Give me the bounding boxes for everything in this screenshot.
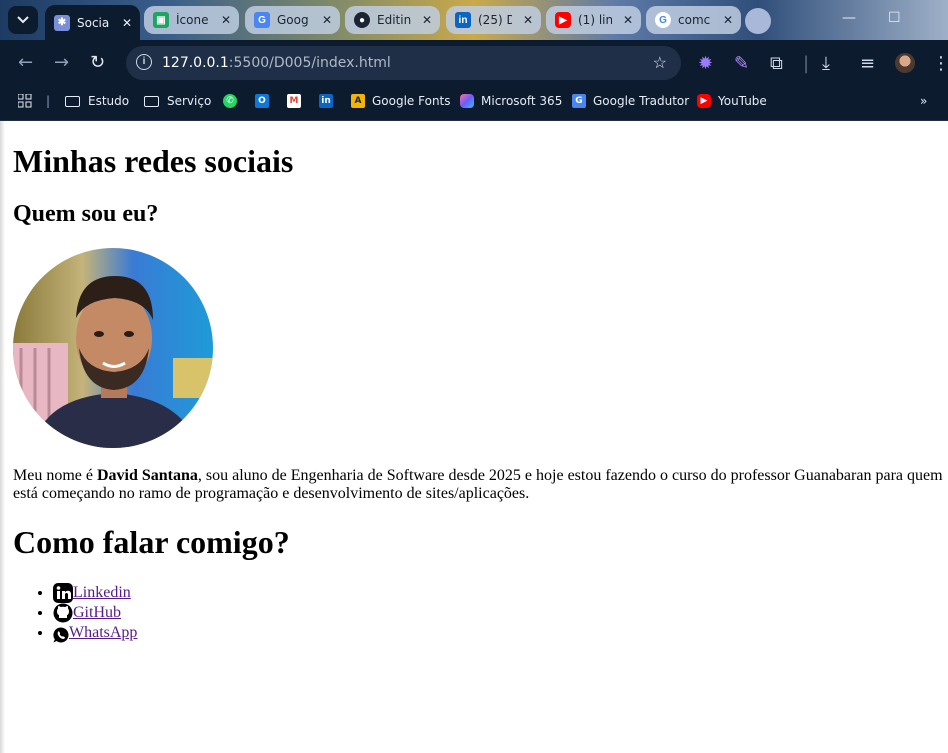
bookmark-folder-servico[interactable]: Serviço — [144, 94, 211, 108]
tab-google-search[interactable]: G comc ✕ — [646, 6, 741, 34]
reload-icon[interactable]: ↻ — [90, 52, 105, 73]
folder-icon — [144, 95, 159, 107]
bookmark-google-fonts[interactable]: A Google Fonts — [351, 94, 451, 108]
close-tab-icon[interactable]: ✕ — [523, 13, 533, 27]
whatsapp-link[interactable]: WhatsApp — [69, 624, 137, 641]
address-url: 127.0.0.1:5500/D005/index.html — [162, 55, 391, 71]
chevron-down-icon — [17, 16, 29, 24]
google-icon: G — [655, 12, 671, 28]
close-tab-icon[interactable]: ✕ — [322, 13, 332, 27]
address-bar[interactable]: i 127.0.0.1:5500/D005/index.html ☆ — [126, 46, 681, 80]
linkedin-link[interactable]: Linkedin — [73, 584, 131, 601]
bookmark-linkedin[interactable]: in — [319, 94, 340, 108]
whatsapp-icon: ✆ — [223, 94, 237, 108]
tab-socials[interactable]: ✱ Socia ✕ — [45, 5, 140, 40]
list-item: Linkedin — [53, 583, 137, 603]
bookmark-youtube[interactable]: ▶ YouTube — [697, 94, 767, 108]
tab-strip: ✱ Socia ✕ ▣ Ícone ✕ G Goog ✕ ● Editin ✕ … — [0, 0, 948, 40]
site-info-icon[interactable]: i — [136, 54, 152, 70]
gmail-icon: M — [287, 94, 301, 108]
bookmark-gmail[interactable]: M — [287, 94, 308, 108]
bio-paragraph: Meu nome é David Santana, sou aluno de E… — [13, 467, 943, 502]
puzzle-icon: ✱ — [54, 14, 70, 31]
tab-search-button[interactable] — [8, 6, 38, 34]
bookmarks-divider: | — [46, 94, 51, 108]
profile-photo — [13, 248, 213, 448]
tab-github-editing[interactable]: ● Editin ✕ — [345, 6, 440, 34]
microsoft-365-icon — [460, 94, 474, 108]
page-content: Minhas redes sociais Quem sou eu? Meu no… — [5, 121, 948, 753]
new-tab-button[interactable] — [745, 8, 771, 34]
menu-dots-icon[interactable]: ⋮ — [932, 53, 948, 74]
media-queue-icon[interactable]: ≡ — [860, 53, 875, 74]
tab-icones[interactable]: ▣ Ícone ✕ — [144, 6, 239, 34]
google-translate-icon: G — [572, 94, 586, 108]
close-tab-icon[interactable]: ✕ — [221, 13, 231, 27]
bookmark-outlook[interactable]: O — [255, 94, 276, 108]
github-icon: ● — [354, 12, 370, 28]
about-heading: Quem sou eu? — [13, 201, 159, 227]
bookmark-microsoft-365[interactable]: Microsoft 365 — [460, 94, 562, 108]
download-icon[interactable]: ⤓ — [822, 53, 830, 74]
close-tab-icon[interactable]: ✕ — [723, 13, 733, 27]
bookmark-whatsapp[interactable]: ✆ — [223, 94, 244, 108]
bookmarks-bar: | Estudo Serviço ✆ O M in A Google Fonts … — [0, 86, 948, 121]
close-tab-icon[interactable]: ✕ — [623, 13, 633, 27]
bookmark-star-icon[interactable]: ☆ — [653, 53, 667, 73]
google-fonts-icon: A — [351, 94, 365, 108]
google-translate-icon: G — [254, 12, 270, 28]
tab-linkedin[interactable]: in (25) D ✕ — [446, 6, 541, 34]
linkedin-icon: in — [319, 94, 333, 108]
close-tab-icon[interactable]: ✕ — [122, 16, 132, 30]
github-icon — [53, 603, 73, 623]
tab-youtube[interactable]: ▶ (1) lin ✕ — [546, 6, 641, 34]
back-arrow-icon[interactable]: ← — [18, 52, 33, 73]
tab-google-translate[interactable]: G Goog ✕ — [245, 6, 340, 34]
apps-grid-icon[interactable] — [18, 94, 32, 108]
list-item: WhatsApp — [53, 623, 137, 643]
linkedin-icon: in — [455, 12, 471, 28]
extension-feather-icon[interactable]: ✎ — [734, 53, 749, 74]
icon-site-favicon: ▣ — [153, 12, 169, 28]
bookmark-folder-estudo[interactable]: Estudo — [65, 94, 129, 108]
more-bookmarks-icon[interactable]: » — [920, 94, 927, 108]
youtube-icon: ▶ — [555, 12, 571, 28]
extensions-puzzle-icon[interactable]: ⧉ — [770, 53, 783, 74]
github-link[interactable]: GitHub — [73, 604, 121, 621]
page-title: Minhas redes sociais — [13, 143, 294, 179]
extension-gear-icon[interactable]: ✹ — [698, 53, 713, 74]
profile-avatar[interactable] — [895, 53, 915, 73]
forward-arrow-icon[interactable]: → — [54, 52, 69, 73]
linkedin-icon — [53, 583, 73, 603]
author-name: David Santana — [96, 467, 198, 484]
close-tab-icon[interactable]: ✕ — [422, 13, 432, 27]
contact-heading: Como falar comigo? — [13, 524, 290, 560]
list-item: GitHub — [53, 603, 137, 623]
toolbar-divider: | — [803, 53, 810, 74]
outlook-icon: O — [255, 94, 269, 108]
maximize-icon[interactable]: ☐ — [888, 10, 901, 26]
youtube-icon: ▶ — [697, 94, 711, 108]
social-links-list: Linkedin GitHub WhatsApp — [13, 583, 137, 643]
folder-icon — [65, 95, 80, 107]
whatsapp-icon — [53, 627, 69, 643]
toolbar: ← → ↻ i 127.0.0.1:5500/D005/index.html ☆… — [0, 40, 948, 86]
minimize-icon[interactable]: — — [842, 10, 856, 26]
bookmark-google-tradutor[interactable]: G Google Tradutor — [572, 94, 689, 108]
